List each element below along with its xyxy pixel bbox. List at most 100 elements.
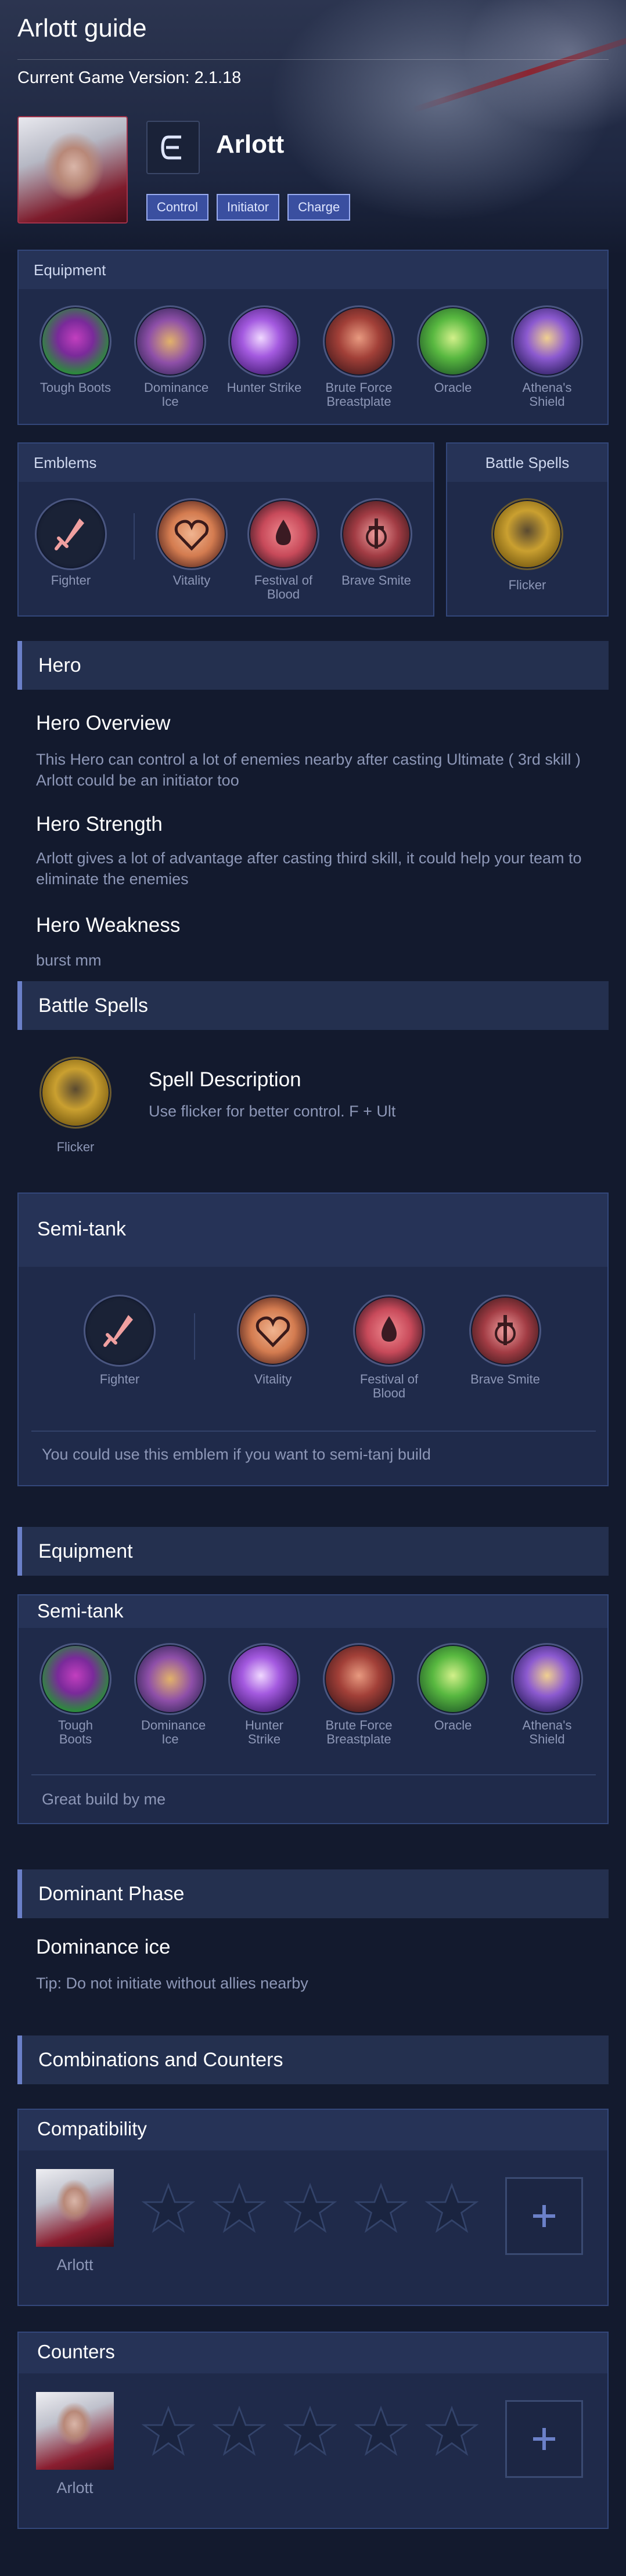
battle-spell[interactable]: Flicker bbox=[35, 1057, 116, 1154]
compatibility-card: Compatibility Arlott bbox=[17, 2109, 609, 2306]
equipment-item[interactable]: Tough Boots bbox=[35, 1643, 116, 1746]
equipment-item[interactable]: Hunter Strike bbox=[224, 305, 305, 395]
emblem-talent[interactable]: Festival of Blood bbox=[243, 498, 324, 601]
banner-decoration bbox=[411, 32, 626, 113]
emblem-divider bbox=[134, 513, 135, 560]
talent-label: Brave Smite bbox=[341, 573, 411, 588]
tag-control[interactable]: Control bbox=[146, 194, 208, 221]
hunter-strike-icon bbox=[228, 1643, 300, 1715]
talent-label: Vitality bbox=[172, 573, 211, 588]
star-icon[interactable] bbox=[425, 2405, 479, 2458]
talent-label: Festival of Blood bbox=[254, 573, 313, 601]
dominant-phase-tip: Tip: Do not initiate without allies near… bbox=[36, 1975, 308, 1992]
hunter-strike-icon bbox=[228, 305, 300, 377]
item-label: Hunter Strike bbox=[244, 1718, 284, 1746]
equipment-item[interactable]: Tough Boots bbox=[35, 305, 116, 395]
emblem-main[interactable]: Fighter bbox=[79, 1295, 160, 1386]
brave-smite-icon bbox=[469, 1295, 541, 1367]
emblem-talent[interactable]: Festival of Blood bbox=[348, 1295, 430, 1400]
equipment-item[interactable]: Athena's Shield bbox=[506, 1643, 588, 1746]
hero-avatar[interactable] bbox=[36, 2392, 114, 2470]
add-compatible-hero-button[interactable] bbox=[505, 2177, 583, 2255]
talent-label: Brave Smite bbox=[470, 1372, 540, 1386]
assassin-class-icon bbox=[146, 121, 200, 174]
panel-title: Emblems bbox=[19, 444, 433, 482]
section-dominant-phase-header: Dominant Phase bbox=[17, 1869, 609, 1918]
equipment-item[interactable]: Athena's Shield bbox=[506, 305, 588, 409]
talent-label: Festival of Blood bbox=[359, 1372, 419, 1400]
festival-of-blood-icon bbox=[247, 498, 319, 570]
tag-charge[interactable]: Charge bbox=[287, 194, 351, 221]
talent-label: Vitality bbox=[254, 1372, 292, 1386]
section-hero-header: Hero bbox=[17, 641, 609, 690]
star-icon[interactable] bbox=[283, 2182, 337, 2235]
star-icon[interactable] bbox=[354, 2405, 408, 2458]
athenas-shield-icon bbox=[511, 1643, 583, 1715]
page-title: Arlott guide bbox=[17, 14, 147, 42]
emblem-build-title: Semi-tank bbox=[37, 1218, 127, 1240]
emblems-summary-panel: Emblems Fighter Vitality Festival of Blo… bbox=[17, 442, 434, 617]
equipment-item[interactable]: Oracle bbox=[412, 1643, 494, 1732]
festival-of-blood-icon bbox=[353, 1295, 425, 1367]
hero-portrait bbox=[17, 116, 128, 224]
spell-description-title: Spell Description bbox=[149, 1068, 301, 1091]
card-divider bbox=[31, 1774, 596, 1775]
star-icon[interactable] bbox=[425, 2182, 479, 2235]
fighter-emblem-icon bbox=[35, 498, 107, 570]
hero-avatar[interactable] bbox=[36, 2169, 114, 2247]
emblem-build-note: You could use this emblem if you want to… bbox=[42, 1446, 431, 1463]
emblem-label: Fighter bbox=[99, 1372, 140, 1386]
equipment-summary-panel: Equipment Tough Boots Dominance Ice Hunt… bbox=[17, 250, 609, 425]
equipment-item[interactable]: Dominance Ice bbox=[129, 305, 211, 409]
flicker-icon bbox=[39, 1057, 111, 1129]
equipment-item[interactable]: Oracle bbox=[412, 305, 494, 395]
section-battle-spells-header: Battle Spells bbox=[17, 981, 609, 1030]
item-label: Tough Boots bbox=[58, 1718, 93, 1746]
star-icon[interactable] bbox=[142, 2405, 195, 2458]
card-divider bbox=[31, 1431, 596, 1432]
dominance-ice-icon bbox=[134, 1643, 206, 1715]
item-label: Dominance Ice bbox=[141, 1718, 206, 1746]
hero-name: Arlott bbox=[216, 130, 285, 158]
star-icon[interactable] bbox=[213, 2182, 266, 2235]
star-icon[interactable] bbox=[142, 2182, 195, 2235]
hero-tags: Control Initiator Charge bbox=[146, 194, 351, 221]
tough-boots-icon bbox=[39, 1643, 111, 1715]
hero-avatar-label: Arlott bbox=[56, 2256, 93, 2274]
item-label: Oracle bbox=[434, 380, 472, 395]
panel-title: Equipment bbox=[19, 251, 607, 289]
equipment-item[interactable]: Brute Force Breastplate bbox=[318, 1643, 400, 1746]
counters-title: Counters bbox=[37, 2341, 115, 2362]
equipment-item[interactable]: Brute Force Breastplate bbox=[318, 305, 400, 409]
equipment-item[interactable]: Hunter Strike bbox=[224, 1643, 305, 1746]
fighter-emblem-icon bbox=[84, 1295, 156, 1367]
brute-force-breastplate-icon bbox=[323, 1643, 395, 1715]
dominance-ice-icon bbox=[134, 305, 206, 377]
tag-initiator[interactable]: Initiator bbox=[216, 194, 280, 221]
equipment-build-card: Semi-tank Tough Boots Dominance Ice Hunt… bbox=[17, 1594, 609, 1824]
equipment-build-title: Semi-tank bbox=[37, 1600, 124, 1622]
emblem-build-card: Semi-tank Fighter Vitality Festival of B… bbox=[17, 1192, 609, 1486]
vitality-icon bbox=[156, 498, 228, 570]
item-label: Oracle bbox=[434, 1718, 472, 1732]
emblem-talent[interactable]: Vitality bbox=[151, 498, 232, 588]
star-icon[interactable] bbox=[283, 2405, 337, 2458]
dominant-phase-subtitle: Dominance ice bbox=[36, 1936, 171, 1958]
brave-smite-icon bbox=[340, 498, 412, 570]
compatibility-title: Compatibility bbox=[37, 2118, 147, 2139]
equipment-item[interactable]: Dominance Ice bbox=[129, 1643, 211, 1746]
star-icon[interactable] bbox=[354, 2182, 408, 2235]
emblem-main[interactable]: Fighter bbox=[30, 498, 111, 588]
title-divider bbox=[17, 59, 609, 60]
athenas-shield-icon bbox=[511, 305, 583, 377]
flicker-icon bbox=[491, 498, 563, 570]
hero-overview-title: Hero Overview bbox=[36, 712, 171, 734]
battle-spell[interactable]: Flicker bbox=[487, 498, 568, 592]
emblem-talent[interactable]: Brave Smite bbox=[465, 1295, 546, 1386]
emblem-talent[interactable]: Vitality bbox=[232, 1295, 314, 1386]
item-label: Athena's Shield bbox=[522, 380, 572, 409]
star-icon[interactable] bbox=[213, 2405, 266, 2458]
add-counter-hero-button[interactable] bbox=[505, 2400, 583, 2478]
counters-card: Counters Arlott bbox=[17, 2332, 609, 2529]
emblem-talent[interactable]: Brave Smite bbox=[336, 498, 417, 588]
